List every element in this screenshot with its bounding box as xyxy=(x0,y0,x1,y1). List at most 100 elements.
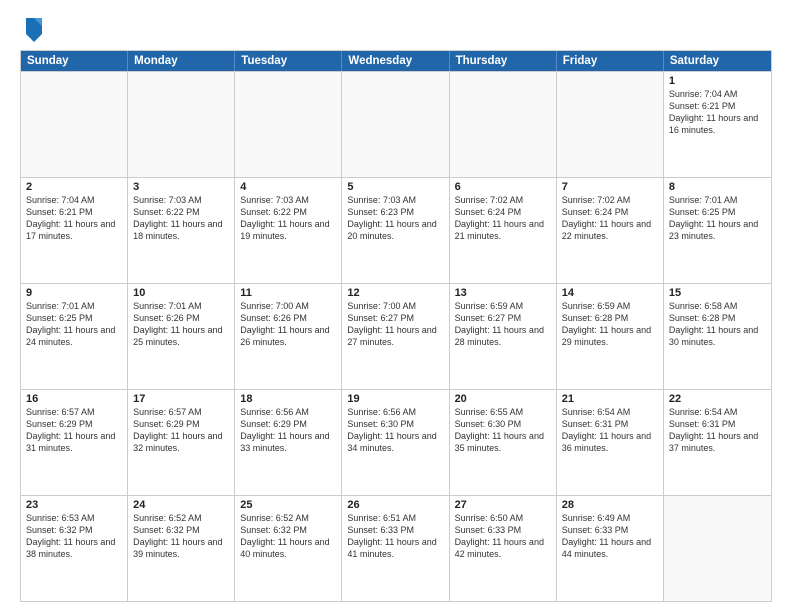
day-cell-20: 20Sunrise: 6:55 AM Sunset: 6:30 PM Dayli… xyxy=(450,390,557,495)
day-number: 18 xyxy=(240,393,336,405)
calendar-header: SundayMondayTuesdayWednesdayThursdayFrid… xyxy=(21,51,771,71)
day-info: Sunrise: 7:03 AM Sunset: 6:22 PM Dayligh… xyxy=(240,194,336,243)
day-info: Sunrise: 6:52 AM Sunset: 6:32 PM Dayligh… xyxy=(133,512,229,561)
day-number: 10 xyxy=(133,287,229,299)
day-number: 28 xyxy=(562,499,658,511)
weekday-header-sunday: Sunday xyxy=(21,51,128,71)
empty-cell-0-1 xyxy=(128,72,235,177)
day-cell-2: 2Sunrise: 7:04 AM Sunset: 6:21 PM Daylig… xyxy=(21,178,128,283)
empty-cell-0-3 xyxy=(342,72,449,177)
day-cell-21: 21Sunrise: 6:54 AM Sunset: 6:31 PM Dayli… xyxy=(557,390,664,495)
page-header xyxy=(20,16,772,40)
day-cell-22: 22Sunrise: 6:54 AM Sunset: 6:31 PM Dayli… xyxy=(664,390,771,495)
day-number: 12 xyxy=(347,287,443,299)
day-info: Sunrise: 6:51 AM Sunset: 6:33 PM Dayligh… xyxy=(347,512,443,561)
day-cell-13: 13Sunrise: 6:59 AM Sunset: 6:27 PM Dayli… xyxy=(450,284,557,389)
day-number: 26 xyxy=(347,499,443,511)
day-cell-14: 14Sunrise: 6:59 AM Sunset: 6:28 PM Dayli… xyxy=(557,284,664,389)
day-number: 27 xyxy=(455,499,551,511)
day-number: 21 xyxy=(562,393,658,405)
day-cell-9: 9Sunrise: 7:01 AM Sunset: 6:25 PM Daylig… xyxy=(21,284,128,389)
day-cell-24: 24Sunrise: 6:52 AM Sunset: 6:32 PM Dayli… xyxy=(128,496,235,601)
day-info: Sunrise: 6:50 AM Sunset: 6:33 PM Dayligh… xyxy=(455,512,551,561)
day-cell-15: 15Sunrise: 6:58 AM Sunset: 6:28 PM Dayli… xyxy=(664,284,771,389)
day-info: Sunrise: 6:59 AM Sunset: 6:28 PM Dayligh… xyxy=(562,300,658,349)
calendar-row-1: 2Sunrise: 7:04 AM Sunset: 6:21 PM Daylig… xyxy=(21,177,771,283)
logo xyxy=(20,16,44,40)
empty-cell-0-4 xyxy=(450,72,557,177)
day-cell-17: 17Sunrise: 6:57 AM Sunset: 6:29 PM Dayli… xyxy=(128,390,235,495)
day-info: Sunrise: 7:01 AM Sunset: 6:25 PM Dayligh… xyxy=(669,194,766,243)
day-cell-3: 3Sunrise: 7:03 AM Sunset: 6:22 PM Daylig… xyxy=(128,178,235,283)
weekday-header-tuesday: Tuesday xyxy=(235,51,342,71)
day-number: 15 xyxy=(669,287,766,299)
day-number: 24 xyxy=(133,499,229,511)
day-number: 8 xyxy=(669,181,766,193)
weekday-header-thursday: Thursday xyxy=(450,51,557,71)
day-info: Sunrise: 7:01 AM Sunset: 6:25 PM Dayligh… xyxy=(26,300,122,349)
day-cell-8: 8Sunrise: 7:01 AM Sunset: 6:25 PM Daylig… xyxy=(664,178,771,283)
empty-cell-4-6 xyxy=(664,496,771,601)
calendar-row-0: 1Sunrise: 7:04 AM Sunset: 6:21 PM Daylig… xyxy=(21,71,771,177)
day-number: 4 xyxy=(240,181,336,193)
day-number: 23 xyxy=(26,499,122,511)
day-number: 1 xyxy=(669,75,766,87)
empty-cell-0-5 xyxy=(557,72,664,177)
day-info: Sunrise: 7:02 AM Sunset: 6:24 PM Dayligh… xyxy=(455,194,551,243)
day-cell-18: 18Sunrise: 6:56 AM Sunset: 6:29 PM Dayli… xyxy=(235,390,342,495)
day-info: Sunrise: 6:52 AM Sunset: 6:32 PM Dayligh… xyxy=(240,512,336,561)
day-number: 19 xyxy=(347,393,443,405)
day-number: 9 xyxy=(26,287,122,299)
day-info: Sunrise: 7:00 AM Sunset: 6:26 PM Dayligh… xyxy=(240,300,336,349)
day-number: 17 xyxy=(133,393,229,405)
day-cell-10: 10Sunrise: 7:01 AM Sunset: 6:26 PM Dayli… xyxy=(128,284,235,389)
day-number: 16 xyxy=(26,393,122,405)
day-info: Sunrise: 6:54 AM Sunset: 6:31 PM Dayligh… xyxy=(669,406,766,455)
day-info: Sunrise: 7:04 AM Sunset: 6:21 PM Dayligh… xyxy=(669,88,766,137)
empty-cell-0-2 xyxy=(235,72,342,177)
day-number: 5 xyxy=(347,181,443,193)
weekday-header-saturday: Saturday xyxy=(664,51,771,71)
day-cell-5: 5Sunrise: 7:03 AM Sunset: 6:23 PM Daylig… xyxy=(342,178,449,283)
weekday-header-wednesday: Wednesday xyxy=(342,51,449,71)
day-cell-26: 26Sunrise: 6:51 AM Sunset: 6:33 PM Dayli… xyxy=(342,496,449,601)
day-cell-11: 11Sunrise: 7:00 AM Sunset: 6:26 PM Dayli… xyxy=(235,284,342,389)
day-info: Sunrise: 7:03 AM Sunset: 6:23 PM Dayligh… xyxy=(347,194,443,243)
day-info: Sunrise: 6:54 AM Sunset: 6:31 PM Dayligh… xyxy=(562,406,658,455)
calendar-body: 1Sunrise: 7:04 AM Sunset: 6:21 PM Daylig… xyxy=(21,71,771,601)
day-cell-23: 23Sunrise: 6:53 AM Sunset: 6:32 PM Dayli… xyxy=(21,496,128,601)
day-cell-28: 28Sunrise: 6:49 AM Sunset: 6:33 PM Dayli… xyxy=(557,496,664,601)
day-cell-19: 19Sunrise: 6:56 AM Sunset: 6:30 PM Dayli… xyxy=(342,390,449,495)
day-cell-4: 4Sunrise: 7:03 AM Sunset: 6:22 PM Daylig… xyxy=(235,178,342,283)
day-info: Sunrise: 7:02 AM Sunset: 6:24 PM Dayligh… xyxy=(562,194,658,243)
calendar-row-3: 16Sunrise: 6:57 AM Sunset: 6:29 PM Dayli… xyxy=(21,389,771,495)
day-number: 2 xyxy=(26,181,122,193)
day-cell-25: 25Sunrise: 6:52 AM Sunset: 6:32 PM Dayli… xyxy=(235,496,342,601)
weekday-header-friday: Friday xyxy=(557,51,664,71)
day-number: 3 xyxy=(133,181,229,193)
day-info: Sunrise: 6:53 AM Sunset: 6:32 PM Dayligh… xyxy=(26,512,122,561)
day-info: Sunrise: 6:59 AM Sunset: 6:27 PM Dayligh… xyxy=(455,300,551,349)
empty-cell-0-0 xyxy=(21,72,128,177)
day-number: 20 xyxy=(455,393,551,405)
day-cell-27: 27Sunrise: 6:50 AM Sunset: 6:33 PM Dayli… xyxy=(450,496,557,601)
day-info: Sunrise: 7:04 AM Sunset: 6:21 PM Dayligh… xyxy=(26,194,122,243)
day-info: Sunrise: 6:56 AM Sunset: 6:29 PM Dayligh… xyxy=(240,406,336,455)
day-info: Sunrise: 6:57 AM Sunset: 6:29 PM Dayligh… xyxy=(26,406,122,455)
logo-icon xyxy=(22,16,44,44)
day-number: 7 xyxy=(562,181,658,193)
calendar: SundayMondayTuesdayWednesdayThursdayFrid… xyxy=(20,50,772,602)
weekday-header-monday: Monday xyxy=(128,51,235,71)
day-number: 6 xyxy=(455,181,551,193)
day-number: 13 xyxy=(455,287,551,299)
day-info: Sunrise: 7:03 AM Sunset: 6:22 PM Dayligh… xyxy=(133,194,229,243)
day-info: Sunrise: 6:57 AM Sunset: 6:29 PM Dayligh… xyxy=(133,406,229,455)
day-info: Sunrise: 7:01 AM Sunset: 6:26 PM Dayligh… xyxy=(133,300,229,349)
calendar-row-4: 23Sunrise: 6:53 AM Sunset: 6:32 PM Dayli… xyxy=(21,495,771,601)
day-info: Sunrise: 6:49 AM Sunset: 6:33 PM Dayligh… xyxy=(562,512,658,561)
day-info: Sunrise: 7:00 AM Sunset: 6:27 PM Dayligh… xyxy=(347,300,443,349)
day-cell-6: 6Sunrise: 7:02 AM Sunset: 6:24 PM Daylig… xyxy=(450,178,557,283)
day-number: 11 xyxy=(240,287,336,299)
day-info: Sunrise: 6:56 AM Sunset: 6:30 PM Dayligh… xyxy=(347,406,443,455)
day-number: 14 xyxy=(562,287,658,299)
